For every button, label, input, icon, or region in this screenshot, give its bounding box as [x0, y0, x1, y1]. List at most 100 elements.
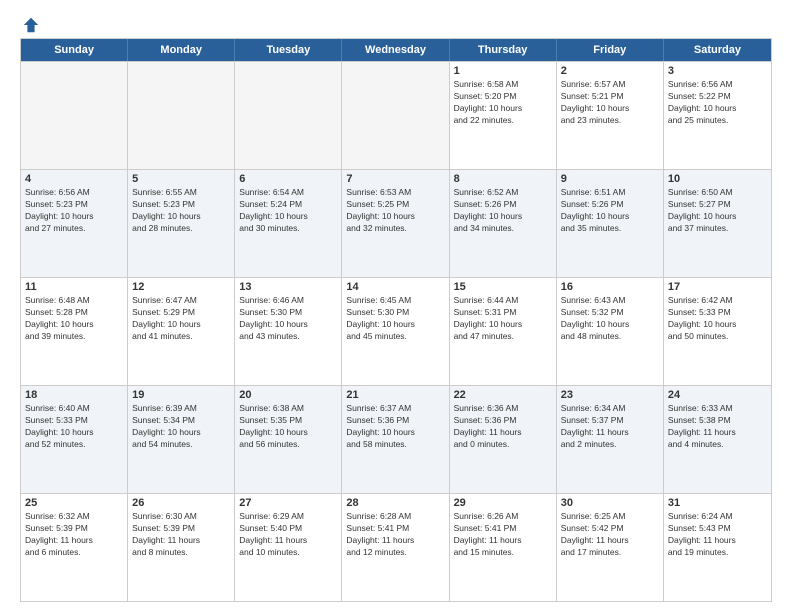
- cell-details: Sunrise: 6:43 AM Sunset: 5:32 PM Dayligh…: [561, 295, 659, 343]
- calendar-header: SundayMondayTuesdayWednesdayThursdayFrid…: [21, 39, 771, 61]
- cell-details: Sunrise: 6:28 AM Sunset: 5:41 PM Dayligh…: [346, 511, 444, 559]
- calendar-cell: 13 Sunrise: 6:46 AM Sunset: 5:30 PM Dayli…: [235, 278, 342, 385]
- cell-details: Sunrise: 6:38 AM Sunset: 5:35 PM Dayligh…: [239, 403, 337, 451]
- cell-details: Sunrise: 6:57 AM Sunset: 5:21 PM Dayligh…: [561, 79, 659, 127]
- day-number: 18: [25, 389, 123, 401]
- day-number: 10: [668, 173, 767, 185]
- calendar-cell: 12Sunrise: 6:47 AM Sunset: 5:29 PM Dayli…: [128, 278, 235, 385]
- cell-details: Sunrise: 6:51 AM Sunset: 5:26 PM Dayligh…: [561, 187, 659, 235]
- day-number: 27: [239, 497, 337, 509]
- weekday-header-thursday: Thursday: [450, 39, 557, 61]
- calendar-cell: 25Sunrise: 6:32 AM Sunset: 5:39 PM Dayli…: [21, 494, 128, 601]
- cell-details: Sunrise: 6:26 AM Sunset: 5:41 PM Dayligh…: [454, 511, 552, 559]
- day-number: 21: [346, 389, 444, 401]
- calendar-cell: 3Sunrise: 6:56 AM Sunset: 5:22 PM Daylig…: [664, 62, 771, 169]
- calendar-cell: 27 Sunrise: 6:29 AM Sunset: 5:40 PM Dayli…: [235, 494, 342, 601]
- day-number: 13: [239, 281, 337, 293]
- calendar-cell: 20 Sunrise: 6:38 AM Sunset: 5:35 PM Dayli…: [235, 386, 342, 493]
- weekday-header-tuesday: Tuesday: [235, 39, 342, 61]
- calendar-cell: 10 Sunrise: 6:50 AM Sunset: 5:27 PM Dayli…: [664, 170, 771, 277]
- calendar-cell: 28 Sunrise: 6:28 AM Sunset: 5:41 PM Dayli…: [342, 494, 449, 601]
- calendar-row-5: 25Sunrise: 6:32 AM Sunset: 5:39 PM Dayli…: [21, 493, 771, 601]
- calendar-cell: 19Sunrise: 6:39 AM Sunset: 5:34 PM Dayli…: [128, 386, 235, 493]
- calendar-cell: 6 Sunrise: 6:54 AM Sunset: 5:24 PM Daylig…: [235, 170, 342, 277]
- day-number: 20: [239, 389, 337, 401]
- day-number: 22: [454, 389, 552, 401]
- calendar-row-4: 18 Sunrise: 6:40 AM Sunset: 5:33 PM Dayli…: [21, 385, 771, 493]
- cell-details: Sunrise: 6:33 AM Sunset: 5:38 PM Dayligh…: [668, 403, 767, 451]
- day-number: 2: [561, 65, 659, 77]
- day-number: 7: [346, 173, 444, 185]
- day-number: 11: [25, 281, 123, 293]
- calendar-cell: 31 Sunrise: 6:24 AM Sunset: 5:43 PM Dayli…: [664, 494, 771, 601]
- calendar-cell: 14 Sunrise: 6:45 AM Sunset: 5:30 PM Dayli…: [342, 278, 449, 385]
- logo: [20, 16, 40, 32]
- weekday-header-friday: Friday: [557, 39, 664, 61]
- logo-icon: [22, 16, 40, 34]
- cell-details: Sunrise: 6:37 AM Sunset: 5:36 PM Dayligh…: [346, 403, 444, 451]
- calendar-cell: 21 Sunrise: 6:37 AM Sunset: 5:36 PM Dayli…: [342, 386, 449, 493]
- day-number: 23: [561, 389, 659, 401]
- cell-details: Sunrise: 6:29 AM Sunset: 5:40 PM Dayligh…: [239, 511, 337, 559]
- page: SundayMondayTuesdayWednesdayThursdayFrid…: [0, 0, 792, 612]
- cell-details: Sunrise: 6:54 AM Sunset: 5:24 PM Dayligh…: [239, 187, 337, 235]
- calendar-row-3: 11 Sunrise: 6:48 AM Sunset: 5:28 PM Dayli…: [21, 277, 771, 385]
- calendar-cell: 2 Sunrise: 6:57 AM Sunset: 5:21 PM Daylig…: [557, 62, 664, 169]
- cell-details: Sunrise: 6:32 AM Sunset: 5:39 PM Dayligh…: [25, 511, 123, 559]
- day-number: 1: [454, 65, 552, 77]
- calendar-cell: 15 Sunrise: 6:44 AM Sunset: 5:31 PM Dayli…: [450, 278, 557, 385]
- header: [20, 16, 772, 32]
- calendar-cell: 17Sunrise: 6:42 AM Sunset: 5:33 PM Dayli…: [664, 278, 771, 385]
- weekday-header-wednesday: Wednesday: [342, 39, 449, 61]
- day-number: 8: [454, 173, 552, 185]
- cell-details: Sunrise: 6:48 AM Sunset: 5:28 PM Dayligh…: [25, 295, 123, 343]
- day-number: 16: [561, 281, 659, 293]
- calendar-cell: 9 Sunrise: 6:51 AM Sunset: 5:26 PM Daylig…: [557, 170, 664, 277]
- cell-details: Sunrise: 6:56 AM Sunset: 5:23 PM Dayligh…: [25, 187, 123, 235]
- cell-details: Sunrise: 6:56 AM Sunset: 5:22 PM Dayligh…: [668, 79, 767, 127]
- calendar-cell: 8 Sunrise: 6:52 AM Sunset: 5:26 PM Daylig…: [450, 170, 557, 277]
- calendar-cell: [128, 62, 235, 169]
- day-number: 28: [346, 497, 444, 509]
- day-number: 9: [561, 173, 659, 185]
- cell-details: Sunrise: 6:52 AM Sunset: 5:26 PM Dayligh…: [454, 187, 552, 235]
- calendar: SundayMondayTuesdayWednesdayThursdayFrid…: [20, 38, 772, 602]
- cell-details: Sunrise: 6:30 AM Sunset: 5:39 PM Dayligh…: [132, 511, 230, 559]
- day-number: 30: [561, 497, 659, 509]
- calendar-cell: 11 Sunrise: 6:48 AM Sunset: 5:28 PM Dayli…: [21, 278, 128, 385]
- cell-details: Sunrise: 6:24 AM Sunset: 5:43 PM Dayligh…: [668, 511, 767, 559]
- cell-details: Sunrise: 6:44 AM Sunset: 5:31 PM Dayligh…: [454, 295, 552, 343]
- calendar-cell: [21, 62, 128, 169]
- day-number: 31: [668, 497, 767, 509]
- calendar-cell: [342, 62, 449, 169]
- calendar-row-1: 1Sunrise: 6:58 AM Sunset: 5:20 PM Daylig…: [21, 61, 771, 169]
- calendar-cell: 24 Sunrise: 6:33 AM Sunset: 5:38 PM Dayli…: [664, 386, 771, 493]
- day-number: 14: [346, 281, 444, 293]
- cell-details: Sunrise: 6:40 AM Sunset: 5:33 PM Dayligh…: [25, 403, 123, 451]
- cell-details: Sunrise: 6:53 AM Sunset: 5:25 PM Dayligh…: [346, 187, 444, 235]
- calendar-cell: 4Sunrise: 6:56 AM Sunset: 5:23 PM Daylig…: [21, 170, 128, 277]
- day-number: 5: [132, 173, 230, 185]
- day-number: 19: [132, 389, 230, 401]
- cell-details: Sunrise: 6:55 AM Sunset: 5:23 PM Dayligh…: [132, 187, 230, 235]
- weekday-header-saturday: Saturday: [664, 39, 771, 61]
- day-number: 15: [454, 281, 552, 293]
- day-number: 17: [668, 281, 767, 293]
- day-number: 12: [132, 281, 230, 293]
- calendar-cell: 22 Sunrise: 6:36 AM Sunset: 5:36 PM Dayli…: [450, 386, 557, 493]
- day-number: 26: [132, 497, 230, 509]
- calendar-cell: 16 Sunrise: 6:43 AM Sunset: 5:32 PM Dayli…: [557, 278, 664, 385]
- calendar-body: 1Sunrise: 6:58 AM Sunset: 5:20 PM Daylig…: [21, 61, 771, 601]
- day-number: 24: [668, 389, 767, 401]
- calendar-cell: 23Sunrise: 6:34 AM Sunset: 5:37 PM Dayli…: [557, 386, 664, 493]
- cell-details: Sunrise: 6:36 AM Sunset: 5:36 PM Dayligh…: [454, 403, 552, 451]
- cell-details: Sunrise: 6:46 AM Sunset: 5:30 PM Dayligh…: [239, 295, 337, 343]
- calendar-cell: 30 Sunrise: 6:25 AM Sunset: 5:42 PM Dayli…: [557, 494, 664, 601]
- day-number: 6: [239, 173, 337, 185]
- cell-details: Sunrise: 6:25 AM Sunset: 5:42 PM Dayligh…: [561, 511, 659, 559]
- cell-details: Sunrise: 6:50 AM Sunset: 5:27 PM Dayligh…: [668, 187, 767, 235]
- weekday-header-monday: Monday: [128, 39, 235, 61]
- weekday-header-sunday: Sunday: [21, 39, 128, 61]
- cell-details: Sunrise: 6:45 AM Sunset: 5:30 PM Dayligh…: [346, 295, 444, 343]
- calendar-cell: 18 Sunrise: 6:40 AM Sunset: 5:33 PM Dayli…: [21, 386, 128, 493]
